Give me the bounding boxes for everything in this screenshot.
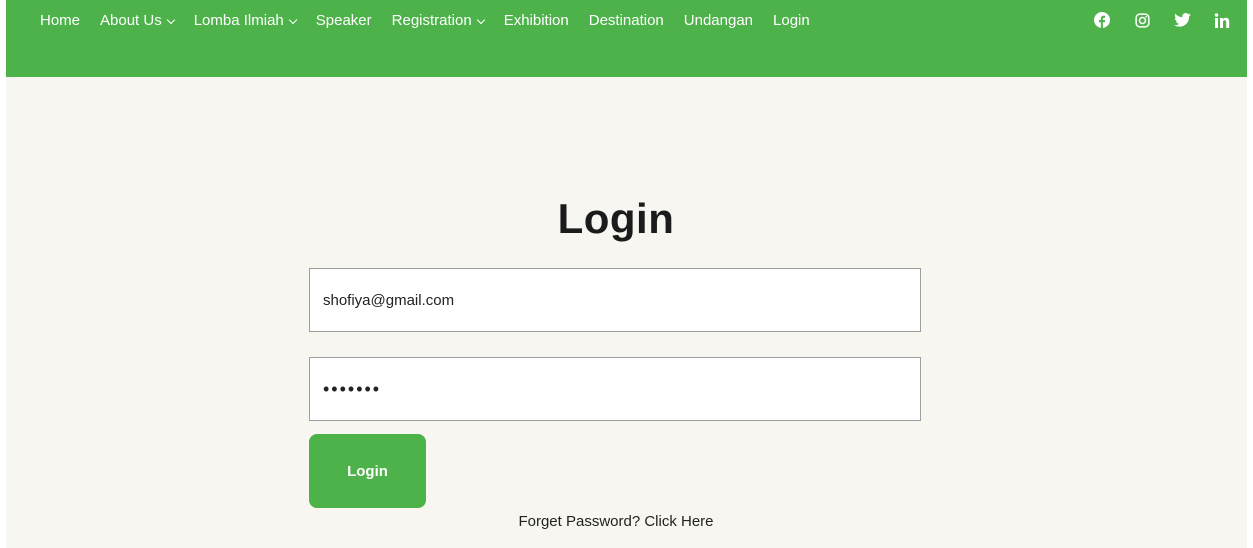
nav-item-undangan[interactable]: Undangan xyxy=(684,11,753,31)
nav-item-about-us[interactable]: About Us xyxy=(100,11,175,31)
nav-item-speaker[interactable]: Speaker xyxy=(316,11,372,31)
chevron-down-icon xyxy=(288,15,298,24)
facebook-icon[interactable] xyxy=(1093,10,1111,30)
page-title: Login xyxy=(557,195,675,242)
password-field[interactable] xyxy=(309,357,921,421)
nav-item-label: Destination xyxy=(588,12,664,29)
nav-item-label: About Us xyxy=(100,12,162,29)
chevron-down-icon xyxy=(476,15,485,24)
nav-item-label: Exhibition xyxy=(503,12,569,29)
nav-item-exhibition[interactable]: Exhibition xyxy=(504,11,569,31)
top-navbar: Home About Us Lomba Ilmiah Speaker Regis… xyxy=(6,0,1247,77)
login-button[interactable]: Login xyxy=(309,434,426,508)
nav-item-label: Registration xyxy=(391,12,472,29)
nav-item-registration[interactable]: Registration xyxy=(391,11,485,31)
nav-item-label: Login xyxy=(773,12,810,29)
social-links xyxy=(1093,10,1231,30)
twitter-icon[interactable] xyxy=(1173,10,1191,30)
nav-item-label: Undangan xyxy=(683,12,754,29)
instagram-icon[interactable] xyxy=(1133,10,1151,30)
nav-item-label: Home xyxy=(40,12,81,29)
forget-password-link[interactable]: Forget Password? Click Here xyxy=(0,513,1232,530)
nav-item-login[interactable]: Login xyxy=(773,11,810,31)
nav-item-label: Lomba Ilmiah xyxy=(193,12,284,29)
nav-menu: Home About Us Lomba Ilmiah Speaker Regis… xyxy=(40,11,830,31)
nav-item-home[interactable]: Home xyxy=(40,11,80,31)
email-field[interactable] xyxy=(309,268,921,332)
nav-item-destination[interactable]: Destination xyxy=(589,11,664,31)
linkedin-icon[interactable] xyxy=(1213,10,1231,30)
chevron-down-icon xyxy=(166,15,175,24)
nav-item-lomba-ilmiah[interactable]: Lomba Ilmiah xyxy=(193,11,298,31)
nav-item-label: Speaker xyxy=(315,12,372,29)
